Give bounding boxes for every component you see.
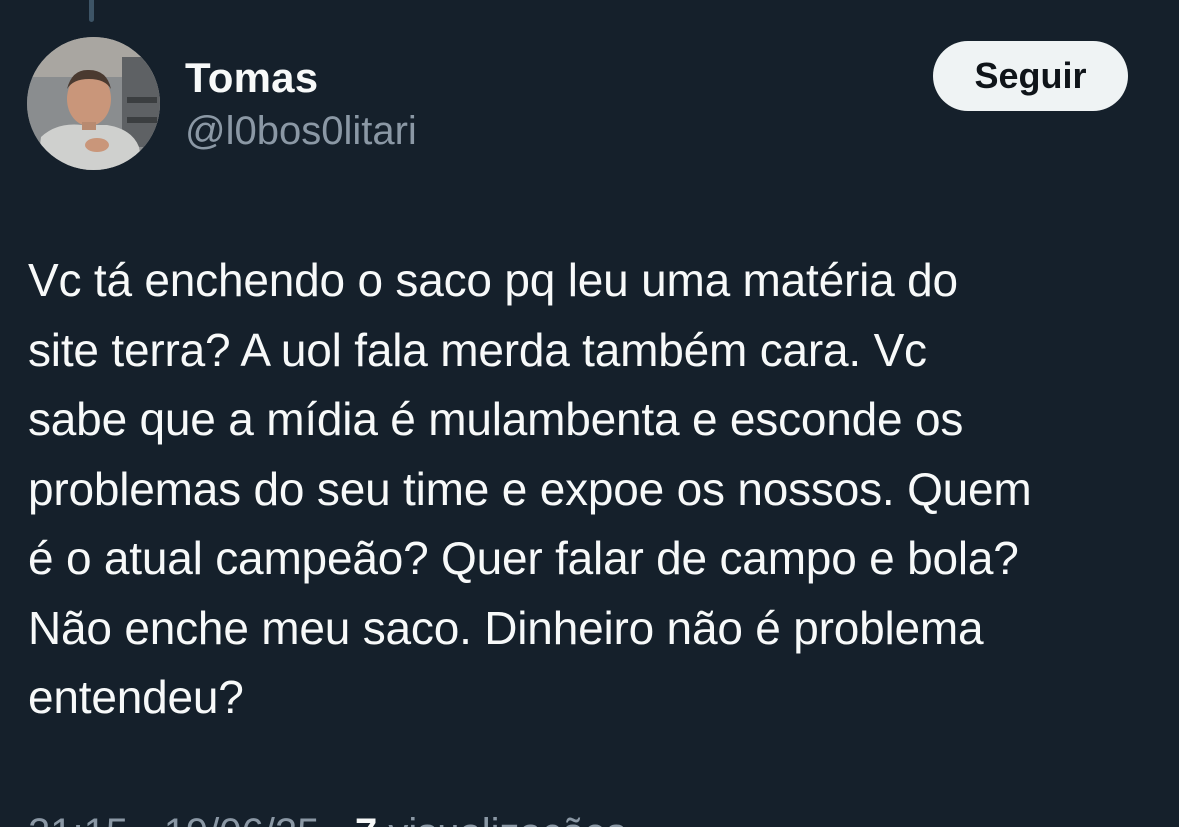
tweet-meta: 21:15 · 19/06/25 · 7 visualizações — [28, 808, 626, 827]
tweet-date[interactable]: 19/06/25 — [164, 811, 320, 827]
meta-separator: · — [331, 811, 344, 827]
tweet-time[interactable]: 21:15 — [28, 811, 128, 827]
views-label: visualizações — [388, 811, 626, 827]
author-display-name[interactable]: Tomas — [185, 52, 318, 104]
avatar[interactable] — [27, 37, 160, 170]
author-handle[interactable]: @l0bos0litari — [185, 106, 417, 156]
thread-connector-line — [89, 0, 94, 22]
views-count: 7 — [355, 811, 377, 827]
meta-separator: · — [139, 811, 152, 827]
user-avatar-icon — [27, 37, 160, 170]
tweet-text: Vc tá enchendo o saco pq leu uma matéria… — [28, 254, 1032, 723]
follow-button[interactable]: Seguir — [933, 41, 1128, 111]
